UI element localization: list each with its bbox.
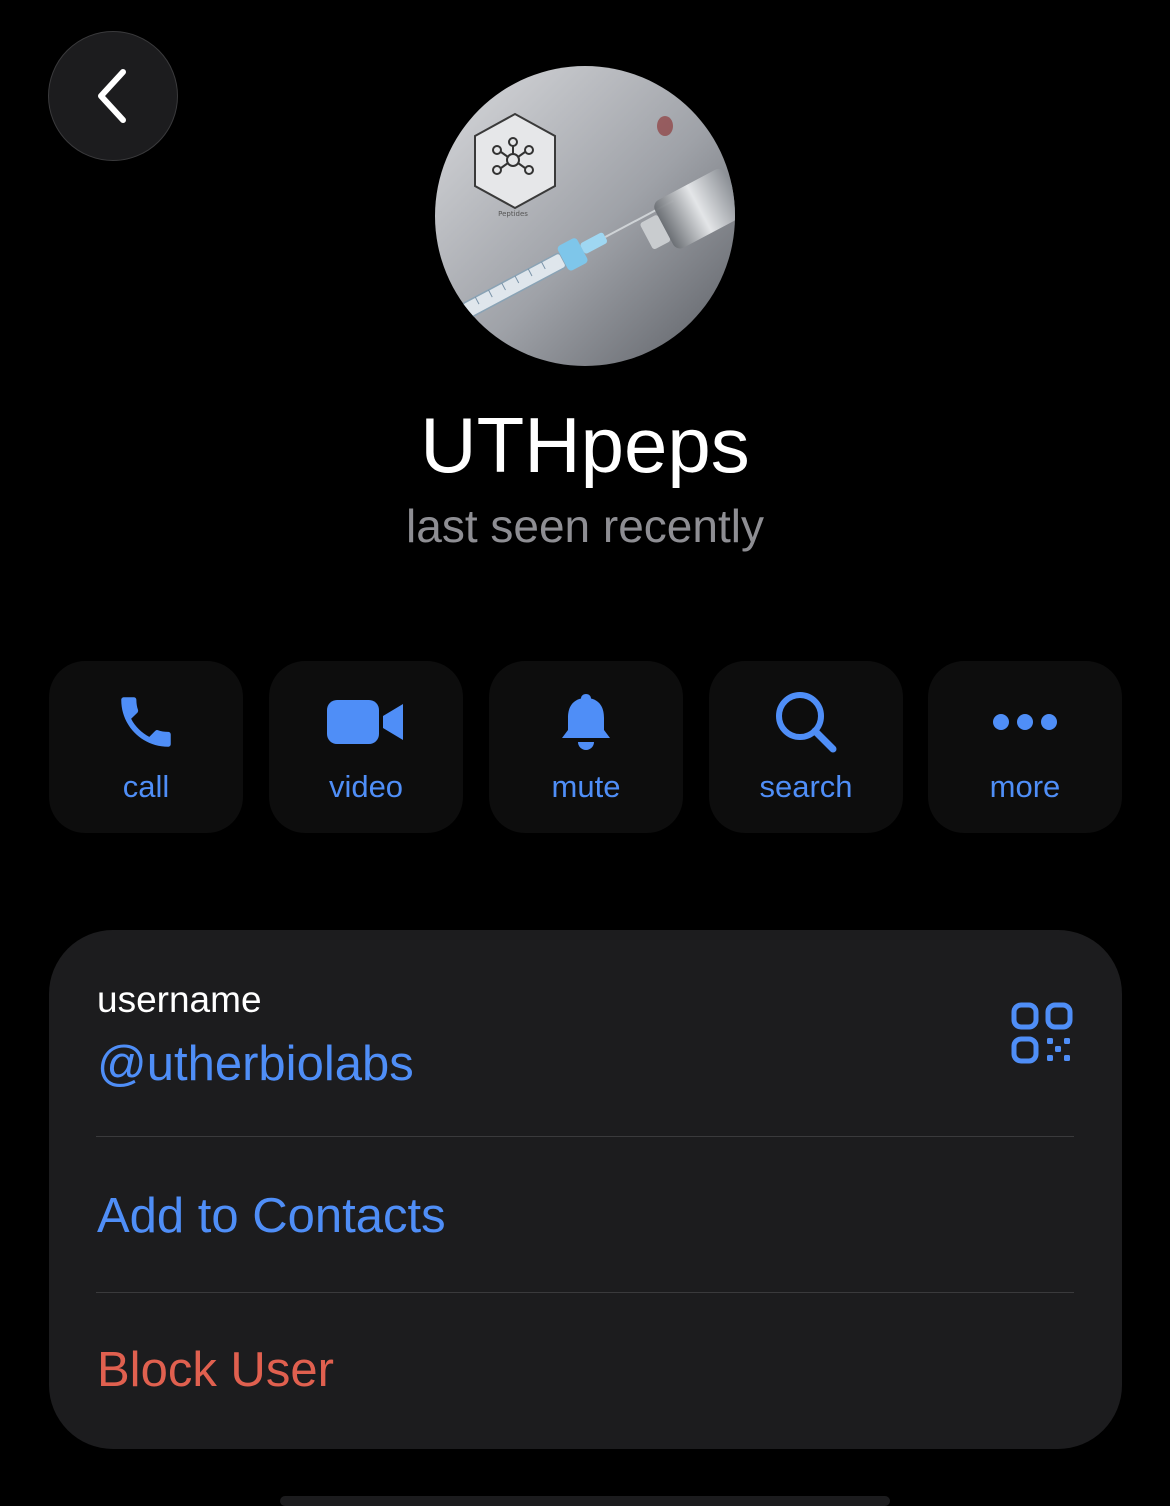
search-icon	[709, 687, 903, 757]
more-button[interactable]: more	[928, 661, 1122, 833]
qr-code-icon	[1011, 1002, 1073, 1064]
avatar-caption: Peptides	[498, 210, 528, 218]
video-camera-icon	[269, 687, 463, 757]
username-value[interactable]: @utherbiolabs	[97, 1034, 414, 1094]
video-button[interactable]: video	[269, 661, 463, 833]
divider	[96, 1292, 1074, 1293]
bell-icon	[489, 687, 683, 757]
chevron-left-icon	[98, 69, 126, 123]
username-label: username	[97, 979, 262, 1020]
phone-icon	[49, 687, 243, 757]
back-button[interactable]	[48, 31, 178, 161]
call-label: call	[122, 769, 170, 804]
video-label: video	[328, 769, 404, 804]
avatar-image: Peptides	[435, 66, 735, 366]
search-button[interactable]: search	[709, 661, 903, 833]
more-dots-icon	[928, 687, 1122, 757]
next-section-edge	[280, 1496, 890, 1506]
more-label: more	[989, 769, 1061, 804]
action-bar: call video mute search more	[49, 661, 1122, 833]
qr-code-button[interactable]	[1011, 1002, 1073, 1064]
mute-button[interactable]: mute	[489, 661, 683, 833]
info-card: username @utherbiolabs Add to Contacts B…	[49, 930, 1122, 1449]
call-button[interactable]: call	[49, 661, 243, 833]
mute-label: mute	[551, 769, 621, 804]
divider	[96, 1136, 1074, 1137]
block-user-button[interactable]: Block User	[97, 1340, 334, 1400]
last-seen-status: last seen recently	[406, 500, 764, 552]
search-label: search	[759, 769, 853, 804]
add-to-contacts-button[interactable]: Add to Contacts	[97, 1186, 446, 1246]
avatar[interactable]: Peptides	[435, 66, 735, 366]
profile-name: UTHpeps	[420, 401, 750, 489]
